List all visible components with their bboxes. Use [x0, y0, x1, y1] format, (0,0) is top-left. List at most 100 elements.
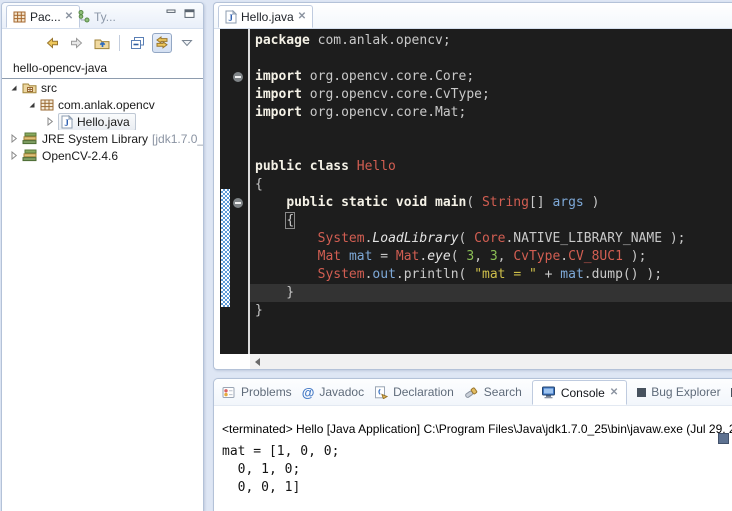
- close-icon[interactable]: ✕: [298, 11, 306, 22]
- console-icon: [541, 386, 556, 399]
- bottom-tab-bar: Problems @ Javadoc Declaration: [214, 379, 732, 406]
- code-line[interactable]: public static void main( String[] args ): [255, 194, 732, 212]
- problems-icon: [222, 386, 236, 399]
- tab-type-hierarchy-label: Ty...: [94, 10, 116, 24]
- package-explorer-toolbar: [2, 29, 203, 56]
- code-content[interactable]: package com.anlak.opencv; import org.ope…: [250, 29, 732, 354]
- tree-item-opencv-library[interactable]: OpenCV-2.4.6: [2, 147, 203, 164]
- scroll-left-arrow-icon[interactable]: [255, 358, 260, 366]
- svg-text:J: J: [228, 13, 233, 23]
- fold-collapse-icon[interactable]: [233, 72, 243, 82]
- code-editor[interactable]: package com.anlak.opencv; import org.ope…: [220, 29, 732, 354]
- left-view-tab-header: Pac... ✕ Ty...: [2, 3, 203, 29]
- code-line[interactable]: package com.anlak.opencv;: [255, 32, 732, 50]
- package-icon: [40, 99, 54, 111]
- collapse-all-icon: [130, 36, 145, 50]
- tab-type-hierarchy[interactable]: Ty...: [72, 5, 122, 28]
- bottom-view-area: Problems @ Javadoc Declaration: [213, 378, 732, 511]
- library-icon: [22, 149, 38, 162]
- editor-body: package com.anlak.opencv; import org.ope…: [214, 29, 732, 369]
- package-explorer-icon: [13, 11, 26, 23]
- svg-text:J: J: [64, 118, 69, 128]
- collapse-all-button[interactable]: [127, 33, 147, 53]
- editor-tab-label: Hello.java: [241, 10, 294, 24]
- collapsed-arrow-icon[interactable]: [45, 117, 54, 126]
- link-with-editor-button[interactable]: [152, 33, 172, 53]
- console-output-line: 0, 0, 1]: [222, 479, 732, 497]
- code-line[interactable]: {: [255, 212, 732, 230]
- project-header[interactable]: hello-opencv-java: [2, 59, 203, 79]
- code-line[interactable]: System.out.println( "mat = " + mat.dump(…: [255, 266, 732, 284]
- code-line[interactable]: [255, 122, 732, 140]
- view-menu-button[interactable]: [177, 33, 197, 53]
- tab-bug-explorer[interactable]: Bug Explorer: [637, 385, 720, 399]
- editor-tab-header: J Hello.java ✕: [214, 3, 732, 29]
- expanded-arrow-icon[interactable]: [9, 84, 18, 92]
- code-line[interactable]: System.LoadLibrary( Core.NATIVE_LIBRARY_…: [255, 230, 732, 248]
- tab-package-explorer-label: Pac...: [30, 10, 61, 24]
- tree-item-label: src: [41, 81, 57, 95]
- tab-javadoc[interactable]: @ Javadoc: [302, 385, 364, 400]
- jre-version-decoration: [jdk1.7.0_25]: [152, 132, 203, 146]
- declaration-icon: [374, 386, 388, 399]
- console-output-line: mat = [1, 0, 0;: [222, 443, 732, 461]
- link-with-editor-icon: [154, 36, 170, 49]
- bug-explorer-icon: [637, 388, 646, 397]
- tab-search[interactable]: Search: [464, 385, 522, 399]
- forward-arrow-icon: [69, 36, 85, 50]
- forward-button[interactable]: [67, 33, 87, 53]
- selected-file-highlight[interactable]: J Hello.java: [58, 113, 136, 130]
- tab-search-label: Search: [484, 385, 522, 399]
- maximize-button[interactable]: [184, 9, 195, 18]
- tree-item-jre-library[interactable]: JRE System Library [jdk1.7.0_25]: [2, 130, 203, 147]
- tab-javadoc-label: Javadoc: [319, 385, 364, 399]
- close-icon[interactable]: ✕: [610, 387, 618, 398]
- type-hierarchy-icon: [78, 10, 90, 23]
- tab-console[interactable]: Console ✕: [532, 380, 627, 405]
- code-line[interactable]: Mat mat = Mat.eye( 3, 3, CvType.CV_8UC1 …: [255, 248, 732, 266]
- horizontal-scrollbar[interactable]: [250, 354, 732, 369]
- fold-collapse-icon[interactable]: [233, 198, 243, 208]
- tab-problems[interactable]: Problems: [222, 385, 292, 399]
- console-output[interactable]: mat = [1, 0, 0; 0, 1, 0; 0, 0, 1]: [222, 443, 732, 497]
- tree-item-label: com.anlak.opencv: [58, 98, 155, 112]
- tab-declaration[interactable]: Declaration: [374, 385, 454, 399]
- tree-item-label: JRE System Library: [42, 132, 148, 146]
- tab-bug-explorer-label: Bug Explorer: [651, 385, 720, 399]
- code-line[interactable]: import org.opencv.core.Mat;: [255, 104, 732, 122]
- back-arrow-icon: [44, 36, 60, 50]
- console-view: <terminated> Hello [Java Application] C:…: [214, 406, 732, 497]
- tab-problems-label: Problems: [241, 385, 292, 399]
- tree-item-package[interactable]: com.anlak.opencv: [2, 96, 203, 113]
- code-line[interactable]: [255, 50, 732, 68]
- tab-declaration-label: Declaration: [393, 385, 454, 399]
- console-output-line: 0, 1, 0;: [222, 461, 732, 479]
- tree-item-hello-java[interactable]: J Hello.java: [2, 113, 203, 130]
- code-line[interactable]: import org.opencv.core.CvType;: [255, 86, 732, 104]
- expanded-arrow-icon[interactable]: [27, 101, 36, 109]
- minimize-button[interactable]: [166, 9, 177, 18]
- folder-up-icon: [94, 36, 110, 50]
- editor-ruler[interactable]: [220, 29, 250, 354]
- code-line[interactable]: {: [255, 176, 732, 194]
- code-line[interactable]: }: [255, 302, 732, 320]
- editor-area: J Hello.java ✕ package com.anlak.opencv;…: [213, 2, 732, 370]
- tab-hello-java[interactable]: J Hello.java ✕: [218, 5, 313, 28]
- range-indicator: [221, 189, 230, 307]
- code-line[interactable]: import org.opencv.core.Core;: [255, 68, 732, 86]
- collapsed-arrow-icon[interactable]: [9, 134, 18, 143]
- tab-console-label: Console: [561, 386, 605, 400]
- up-button[interactable]: [92, 33, 112, 53]
- console-toolbar-button[interactable]: [718, 433, 729, 444]
- tree-item-src[interactable]: src: [2, 79, 203, 96]
- toolbar-separator: [119, 35, 120, 51]
- code-line[interactable]: public class Hello: [255, 158, 732, 176]
- back-button[interactable]: [42, 33, 62, 53]
- tab-package-explorer[interactable]: Pac... ✕: [6, 5, 80, 28]
- code-line[interactable]: [255, 140, 732, 158]
- collapsed-arrow-icon[interactable]: [9, 151, 18, 160]
- tree-item-label: Hello.java: [77, 115, 130, 129]
- search-icon: [464, 386, 479, 399]
- code-line[interactable]: }: [250, 284, 732, 302]
- tree-item-label: OpenCV-2.4.6: [42, 149, 118, 163]
